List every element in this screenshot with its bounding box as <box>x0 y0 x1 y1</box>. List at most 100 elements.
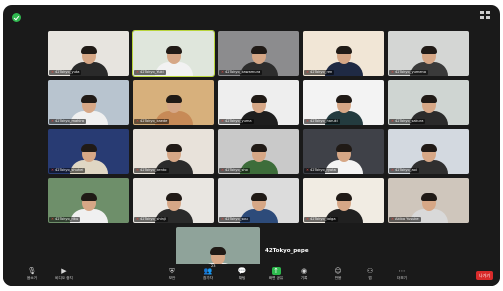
participant-tile[interactable]: ✕42Tokyo_Yuki <box>132 30 215 77</box>
participant-name: Akiba Yusuke <box>395 217 419 221</box>
participant-tile[interactable]: ✕42Tokyo_yumeno <box>388 31 469 76</box>
toolbar-chat-button[interactable]: 💬 채팅 <box>225 267 259 281</box>
participant-tile[interactable]: ✕42Tokyo_yuta <box>48 31 129 76</box>
toolbar-reactions-button[interactable]: ☺ 반응 <box>321 267 355 281</box>
participant-tile[interactable]: ✕42Tokyo_shinji <box>133 178 214 223</box>
participant-name: 42Tokyo_kaede <box>140 119 168 123</box>
participant-tile[interactable]: ✕42Tokyo_kaede <box>133 80 214 125</box>
muted-mic-icon: ✕ <box>136 168 140 172</box>
video-grid: ✕42Tokyo_yuta ✕42Tokyo_Yuki ✕42Tokyo_kawam… <box>48 30 469 277</box>
toolbar-label: 반응 <box>334 276 342 280</box>
participant-name: 42Tokyo_shuhei <box>55 168 84 172</box>
toolbar-video-button[interactable]: ▶ 비디오 중지 <box>47 267 81 281</box>
participant-tile[interactable]: ✕42Tokyo_riku <box>48 178 129 223</box>
participant-name-tag: ✕42Tokyo_ryota <box>304 168 338 173</box>
muted-mic-icon: ✕ <box>136 70 140 74</box>
participant-tile[interactable]: ✕42Tokyo_aoi <box>388 129 469 174</box>
mic-icon: 🎙 <box>27 267 37 275</box>
muted-mic-icon: ✕ <box>51 70 55 74</box>
participant-name-tag: ✕42Tokyo_Yuki <box>134 70 166 75</box>
muted-mic-icon: ✕ <box>51 217 55 221</box>
video-icon: ▶ <box>61 267 67 275</box>
muted-mic-icon: ✕ <box>221 168 225 172</box>
record-icon: ◉ <box>300 267 308 275</box>
participant-name-tag: ✕42Tokyo_ren <box>304 70 335 75</box>
participant-name-tag: ✕42Tokyo_sakura <box>389 119 426 124</box>
muted-mic-icon: ✕ <box>221 217 225 221</box>
grid-view-icon[interactable] <box>480 11 492 21</box>
participant-name-tag: ✕42Tokyo_taiga <box>304 217 338 222</box>
participant-tile[interactable]: ✕42Tokyo_sakura <box>388 80 469 125</box>
security-icon: ⛨ <box>169 267 175 275</box>
muted-mic-icon: ✕ <box>306 119 310 123</box>
toolbar-label: 앱 <box>368 276 372 280</box>
participant-tile[interactable]: ✕42Tokyo_ren <box>303 31 384 76</box>
participant-name-tag: ✕42Tokyo_sho <box>219 168 250 173</box>
toolbar-label: 채팅 <box>238 276 246 280</box>
participant-name: 42Tokyo_sakura <box>395 119 424 123</box>
muted-mic-icon: ✕ <box>306 70 310 74</box>
participant-tile[interactable]: ✕42Tokyo_mahiro <box>48 80 129 125</box>
toolbar-label: 음소거 <box>27 276 37 280</box>
participant-count: 23 <box>211 264 216 268</box>
muted-mic-icon: ✕ <box>221 119 225 123</box>
participant-tile[interactable]: ✕42Tokyo_shuhei <box>48 129 129 174</box>
participant-name-tag: ✕42Tokyo_yuma <box>219 119 254 124</box>
muted-mic-icon: ✕ <box>51 168 55 172</box>
toolbar-record-button[interactable]: ◉ 기록 <box>287 267 321 281</box>
chat-icon: 💬 <box>237 267 247 275</box>
toolbar-mic-button[interactable]: 🎙 음소거 <box>15 267 49 281</box>
participant-name: 42Tokyo_aoi <box>395 168 417 172</box>
participant-name-tag: ✕Akiba Yusuke <box>389 217 421 222</box>
share-icon: ↑ <box>271 267 281 275</box>
toolbar-more-button[interactable]: ⋯ 더보기 <box>385 267 419 281</box>
participant-tile[interactable]: ✕42Tokyo_kento <box>133 129 214 174</box>
participant-name-tag: ✕42Tokyo_yumeno <box>389 70 429 75</box>
muted-mic-icon: ✕ <box>136 119 140 123</box>
toolbar-participants-button[interactable]: 👥 23 참가자 <box>191 264 225 281</box>
muted-mic-icon: ✕ <box>51 119 55 123</box>
participant-name: 42Tokyo_yumeno <box>395 70 427 74</box>
participant-name: 42Tokyo_sho <box>225 168 248 172</box>
participant-name: 42Tokyo_ryota <box>310 168 336 172</box>
participant-name: 42Tokyo_yuma <box>225 119 252 123</box>
more-icon: ⋯ <box>398 267 406 275</box>
participant-name-tag: ✕42Tokyo_shuhei <box>49 168 86 173</box>
toolbar-label: 보안 <box>168 276 176 280</box>
participants-icon: 👥 <box>203 267 213 275</box>
participant-tile[interactable]: ✕42Tokyo_taiga <box>303 178 384 223</box>
encryption-shield-icon[interactable] <box>12 13 21 22</box>
participant-name: 42Tokyo_haruki <box>310 119 338 123</box>
meeting-toolbar: 나가기 🎙 음소거 ▶ 비디오 중지 ⛨ 보안 👥 23 참가자 💬 채팅 ↑ 화면 공유 ◉ 기록 ☺ 반응 ⚇… <box>3 264 500 286</box>
reactions-icon: ☺ <box>334 267 342 275</box>
participant-name: 42Tokyo_yuta <box>55 70 80 74</box>
participant-tile[interactable]: ✕42Tokyo_yuma <box>218 80 299 125</box>
participant-name: 42Tokyo_kento <box>140 168 167 172</box>
toolbar-security-button[interactable]: ⛨ 보안 <box>155 267 189 281</box>
participant-name-tag: ✕42Tokyo_mahiro <box>49 119 87 124</box>
toolbar-label: 참가자 <box>203 276 213 280</box>
muted-mic-icon: ✕ <box>136 217 140 221</box>
muted-mic-icon: ✕ <box>391 168 395 172</box>
participant-tile[interactable]: ✕Akiba Yusuke <box>388 178 469 223</box>
participant-tile[interactable]: ✕42Tokyo_sho <box>218 129 299 174</box>
participant-name-tag: ✕42Tokyo_kento <box>134 168 169 173</box>
participant-tile[interactable]: ✕42Tokyo_haruki <box>303 80 384 125</box>
participant-tile[interactable]: ✕42Tokyo_sou <box>218 178 299 223</box>
participant-name-tag: ✕42Tokyo_kawamura <box>219 70 263 75</box>
toolbar-apps-button[interactable]: ⚇ 앱 <box>353 267 387 281</box>
featured-participant-name: 42Tokyo_pepe <box>265 248 309 254</box>
participant-name: 42Tokyo_shinji <box>140 217 166 221</box>
participant-name-tag: ✕42Tokyo_kaede <box>134 119 170 124</box>
leave-button[interactable]: 나가기 <box>476 271 493 280</box>
participant-name: 42Tokyo_riku <box>55 217 79 221</box>
toolbar-label: 더보기 <box>397 276 407 280</box>
participant-name-tag: ✕42Tokyo_aoi <box>389 168 419 173</box>
muted-mic-icon: ✕ <box>306 168 310 172</box>
muted-mic-icon: ✕ <box>391 217 395 221</box>
participant-tile[interactable]: ✕42Tokyo_ryota <box>303 129 384 174</box>
muted-mic-icon: ✕ <box>391 119 395 123</box>
participant-name-tag: ✕42Tokyo_haruki <box>304 119 340 124</box>
participant-tile[interactable]: ✕42Tokyo_kawamura <box>218 31 299 76</box>
participant-name-tag: ✕42Tokyo_yuta <box>49 70 82 75</box>
